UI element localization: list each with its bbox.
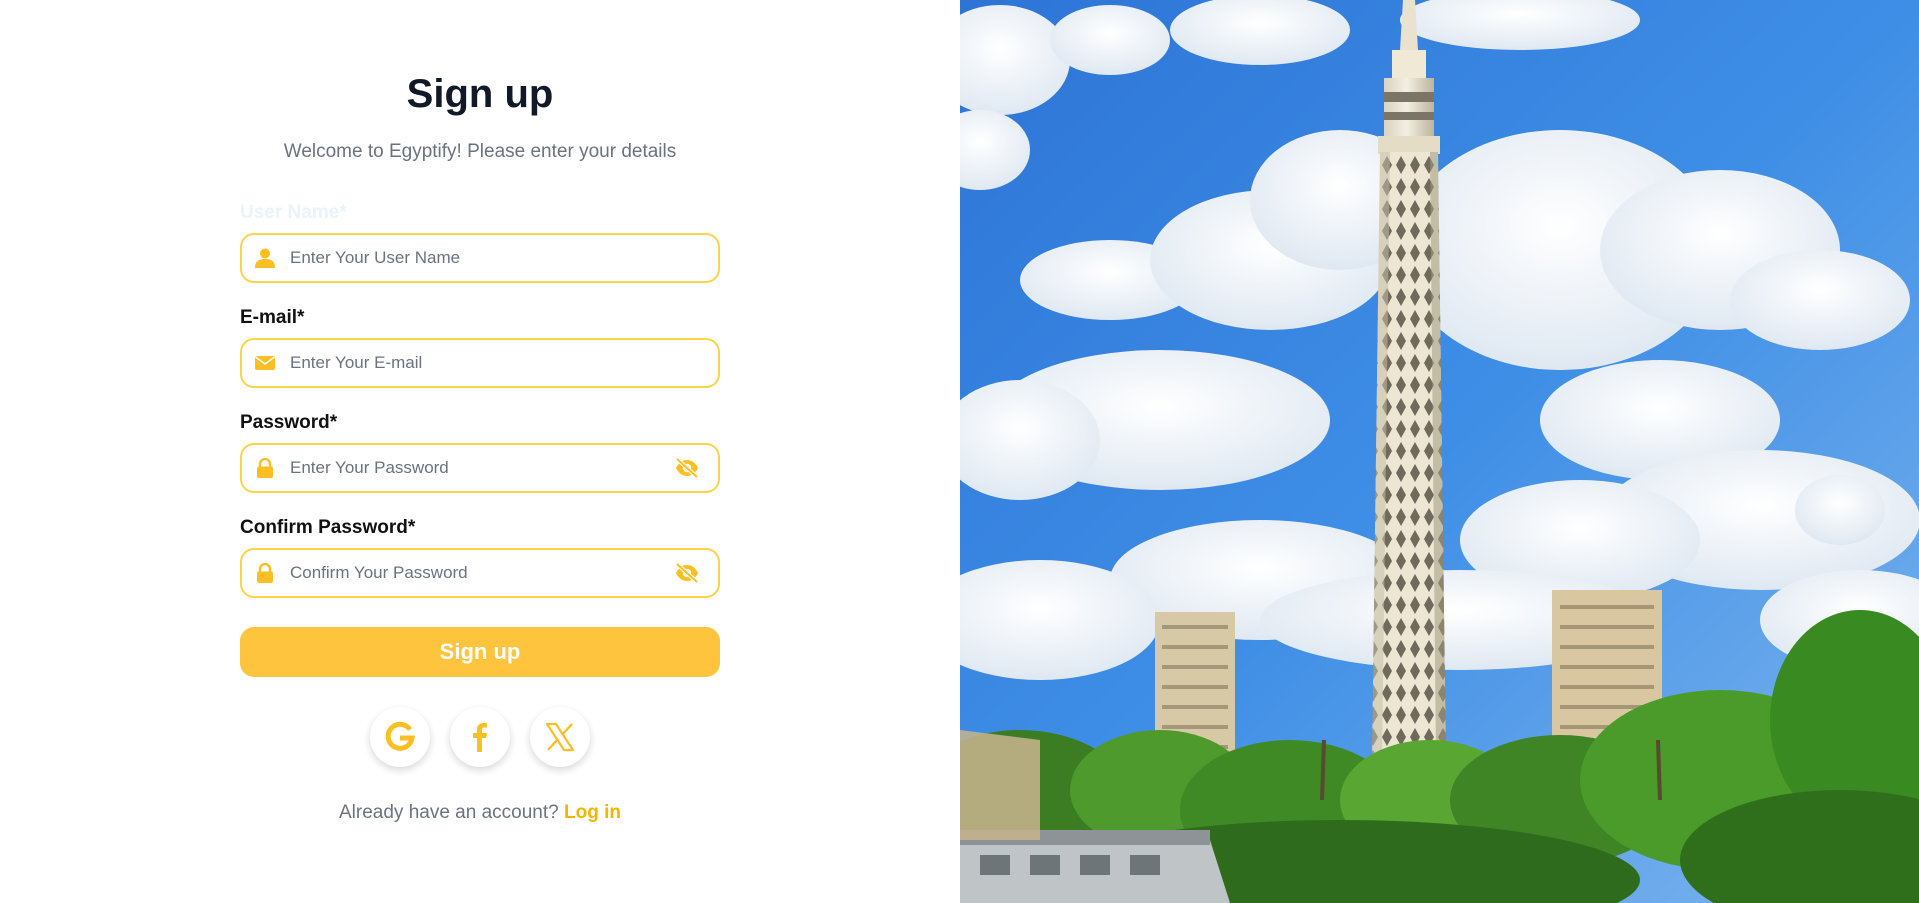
confirm-password-label: Confirm Password* bbox=[240, 517, 416, 538]
eye-slash-icon[interactable] bbox=[674, 457, 700, 479]
x-icon bbox=[545, 722, 575, 752]
page-title: Sign up bbox=[406, 72, 554, 116]
password-input[interactable] bbox=[290, 445, 670, 491]
page-subtitle: Welcome to Egyptify! Please enter your d… bbox=[283, 141, 677, 162]
login-prompt: Already have an account? Log in bbox=[240, 802, 720, 824]
confirm-password-field[interactable] bbox=[240, 548, 720, 598]
google-icon bbox=[385, 721, 415, 751]
email-label: E-mail* bbox=[240, 307, 305, 328]
google-signup-button[interactable] bbox=[370, 707, 430, 767]
login-prompt-text: Already have an account? bbox=[339, 802, 559, 823]
email-field[interactable] bbox=[240, 338, 720, 388]
password-label: Password* bbox=[240, 412, 338, 433]
envelope-icon bbox=[255, 356, 275, 370]
username-input[interactable] bbox=[290, 235, 670, 281]
confirm-password-input[interactable] bbox=[290, 550, 670, 596]
login-link[interactable]: Log in bbox=[564, 802, 621, 823]
email-input[interactable] bbox=[290, 340, 670, 386]
facebook-signup-button[interactable] bbox=[450, 707, 510, 767]
signup-page: Sign up Welcome to Egyptify! Please ente… bbox=[0, 0, 1919, 903]
hero-image bbox=[960, 0, 1919, 903]
signup-panel: Sign up Welcome to Egyptify! Please ente… bbox=[0, 0, 960, 903]
lock-icon bbox=[257, 458, 273, 478]
eye-slash-icon[interactable] bbox=[674, 562, 700, 584]
x-signup-button[interactable] bbox=[530, 707, 590, 767]
username-field[interactable] bbox=[240, 233, 720, 283]
cairo-tower-photo bbox=[960, 0, 1919, 903]
user-icon bbox=[255, 248, 275, 268]
username-label: User Name* bbox=[240, 202, 347, 223]
password-field[interactable] bbox=[240, 443, 720, 493]
facebook-icon bbox=[473, 723, 487, 752]
lock-icon bbox=[257, 563, 273, 583]
signup-button[interactable]: Sign up bbox=[240, 627, 720, 677]
